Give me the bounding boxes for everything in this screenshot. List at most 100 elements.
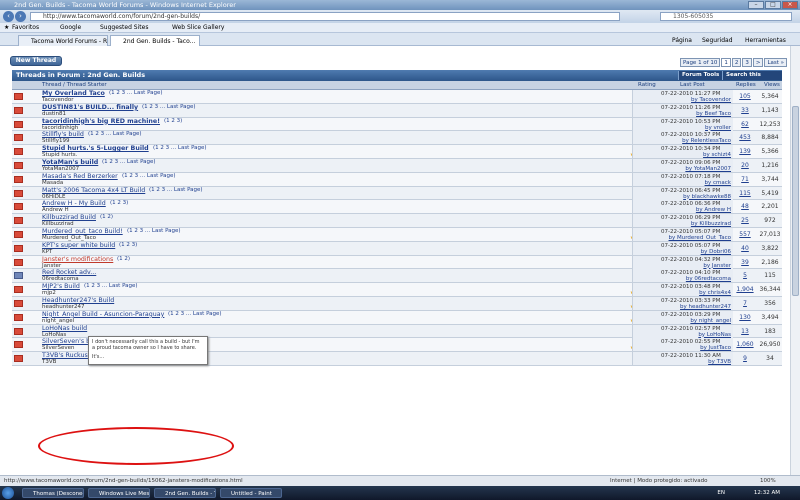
maximize-button[interactable]: □: [765, 1, 781, 9]
thread-pages[interactable]: (1 2 3): [119, 242, 137, 248]
page-last[interactable]: Last »: [764, 58, 788, 67]
thread-starter[interactable]: SilverSeven: [42, 345, 74, 351]
thread-title-link[interactable]: My Overland Taco: [42, 90, 105, 97]
favorites-button[interactable]: Favoritos: [12, 23, 39, 33]
thread-starter[interactable]: Janster: [42, 263, 61, 269]
replies-count[interactable]: 39: [734, 259, 756, 266]
thread-pages[interactable]: (1 2 3 ... Last Page): [149, 187, 203, 193]
thread-starter[interactable]: 06redtacoma: [42, 276, 79, 282]
last-post-author[interactable]: by blackhawke88: [683, 194, 731, 200]
last-post-author[interactable]: by chris4x4: [699, 290, 731, 296]
last-post-author[interactable]: by cmack: [705, 180, 731, 186]
col-thread[interactable]: Thread / Thread Starter: [42, 81, 107, 90]
thread-title-link[interactable]: Stupid hurts.'s 5-Lugger Build: [42, 145, 149, 152]
page-menu[interactable]: Página: [672, 35, 692, 46]
thread-title-link[interactable]: KPT's super white build: [42, 242, 115, 249]
replies-count[interactable]: 453: [734, 134, 756, 141]
thread-starter[interactable]: YotaMan2007: [42, 166, 79, 172]
last-post-author[interactable]: by YotaMan2007: [685, 166, 731, 172]
fav-google[interactable]: Google: [60, 23, 81, 33]
replies-count[interactable]: 5: [734, 272, 756, 279]
page-next[interactable]: >: [752, 58, 764, 67]
replies-count[interactable]: 40: [734, 245, 756, 252]
last-post-author[interactable]: by Dobri06: [701, 249, 731, 255]
thread-starter[interactable]: KPT: [42, 249, 52, 255]
start-button[interactable]: [2, 487, 14, 499]
thread-pages[interactable]: (1 2 3 ... Last Page): [84, 283, 138, 289]
back-arrow-icon[interactable]: ‹: [3, 11, 14, 22]
thread-title-link[interactable]: Stillfly's build: [42, 131, 84, 138]
thread-starter[interactable]: T3VB: [42, 359, 56, 365]
url-input[interactable]: http://www.tacomaworld.com/forum/2nd-gen…: [30, 12, 620, 21]
replies-count[interactable]: 48: [734, 203, 756, 210]
taskbar-item-messenger-contact[interactable]: Thomas (Desconecta...: [22, 488, 84, 498]
thread-pages[interactable]: (1 2): [117, 256, 130, 262]
thread-pages[interactable]: (1 2 3 ... Last Page): [127, 228, 181, 234]
last-post-author[interactable]: by Murdered_Out_Taco: [669, 235, 731, 241]
page-3[interactable]: 3: [742, 58, 752, 67]
tab-2nd-gen-builds[interactable]: 2nd Gen. Builds - Taco...: [110, 35, 200, 46]
fav-web-slice-gallery[interactable]: Web Slice Gallery: [172, 23, 224, 33]
vertical-scrollbar[interactable]: [790, 46, 800, 475]
thread-title-link[interactable]: Murdered_out_taco Build!: [42, 228, 123, 235]
replies-count[interactable]: 139: [734, 148, 756, 155]
taskbar-item-live-messenger[interactable]: Windows Live Messe...: [88, 488, 150, 498]
thread-title-link[interactable]: Matt's 2006 Tacoma 4x4 LT Build: [42, 187, 145, 194]
thread-starter[interactable]: dustin81: [42, 111, 66, 117]
search-input[interactable]: 1305-605035: [660, 12, 792, 21]
last-post-author[interactable]: by Janster: [703, 263, 731, 269]
taskbar-item-ie[interactable]: 2nd Gen. Builds - Ta...: [154, 488, 216, 498]
replies-count[interactable]: 9: [734, 355, 756, 362]
col-last-post[interactable]: Last Post: [680, 81, 705, 90]
replies-count[interactable]: 105: [734, 93, 756, 100]
replies-count[interactable]: 13: [734, 328, 756, 335]
thread-pages[interactable]: (1 2 3 ... Last Page): [153, 145, 207, 151]
thread-starter[interactable]: Stillfly199: [42, 138, 69, 144]
replies-count[interactable]: 7: [734, 300, 756, 307]
thread-starter[interactable]: Murdered_Out_Taco: [42, 235, 96, 241]
col-rating[interactable]: Rating: [638, 81, 656, 90]
thread-starter[interactable]: night_angel: [42, 318, 74, 324]
replies-count[interactable]: 20: [734, 162, 756, 169]
thread-title-link[interactable]: LoHoNas build: [42, 325, 87, 332]
last-post-author[interactable]: by Killbuzzirad: [691, 221, 731, 227]
col-views[interactable]: Views: [764, 81, 780, 90]
thread-starter[interactable]: Killbuzzirad: [42, 221, 74, 227]
page-1[interactable]: 1: [721, 58, 731, 67]
thread-pages[interactable]: (1 2 3 ... Last Page): [142, 104, 196, 110]
scrollbar-thumb[interactable]: [792, 106, 799, 296]
thread-pages[interactable]: (1 2 3 ... Last Page): [102, 159, 156, 165]
last-post-author[interactable]: by 06redtacoma: [686, 276, 731, 282]
replies-count[interactable]: 557: [734, 231, 756, 238]
thread-starter[interactable]: tacoridinhigh: [42, 125, 78, 131]
language-indicator[interactable]: EN: [717, 486, 725, 500]
taskbar-item-paint[interactable]: Untitled - Paint: [220, 488, 282, 498]
close-button[interactable]: ×: [782, 1, 798, 9]
last-post-author[interactable]: by vroller: [705, 125, 731, 131]
last-post-author[interactable]: by schizt4: [703, 152, 731, 158]
thread-starter[interactable]: Tacovendor: [42, 97, 73, 103]
thread-title-link[interactable]: Night_Angel Build - Asuncion-Paraguay: [42, 311, 164, 318]
replies-count[interactable]: 130: [734, 314, 756, 321]
tools-menu[interactable]: Herramientas: [745, 35, 786, 46]
favorites-star-icon[interactable]: ★: [4, 23, 9, 33]
thread-starter[interactable]: Stupid hurts.: [42, 152, 77, 158]
thread-title-link[interactable]: Headhunter247's Build: [42, 297, 114, 304]
page-2[interactable]: 2: [731, 58, 742, 67]
zoom-level[interactable]: 100%: [760, 476, 776, 486]
minimize-button[interactable]: –: [748, 1, 764, 9]
last-post-author[interactable]: by LoHoNas: [698, 332, 731, 338]
thread-pages[interactable]: (1 2 3 ... Last Page): [88, 131, 142, 137]
replies-count[interactable]: 33: [734, 107, 756, 114]
thread-pages[interactable]: (1 2 3 ... Last Page): [109, 90, 163, 96]
thread-title-link[interactable]: Andrew H - My Build: [42, 200, 106, 207]
thread-title-link[interactable]: Killbuzzirad Build: [42, 214, 96, 221]
replies-count[interactable]: 62: [734, 121, 756, 128]
thread-title-link[interactable]: tacoridinhigh's big RED machine!: [42, 118, 160, 125]
replies-count[interactable]: 25: [734, 217, 756, 224]
thread-starter[interactable]: Andrew H: [42, 207, 69, 213]
last-post-author[interactable]: by T3VB: [708, 359, 731, 365]
thread-starter[interactable]: LoHoNas: [42, 332, 66, 338]
thread-starter[interactable]: Masada: [42, 180, 63, 186]
thread-title-link[interactable]: DUSTIN81's BUILD... finally: [42, 104, 138, 111]
